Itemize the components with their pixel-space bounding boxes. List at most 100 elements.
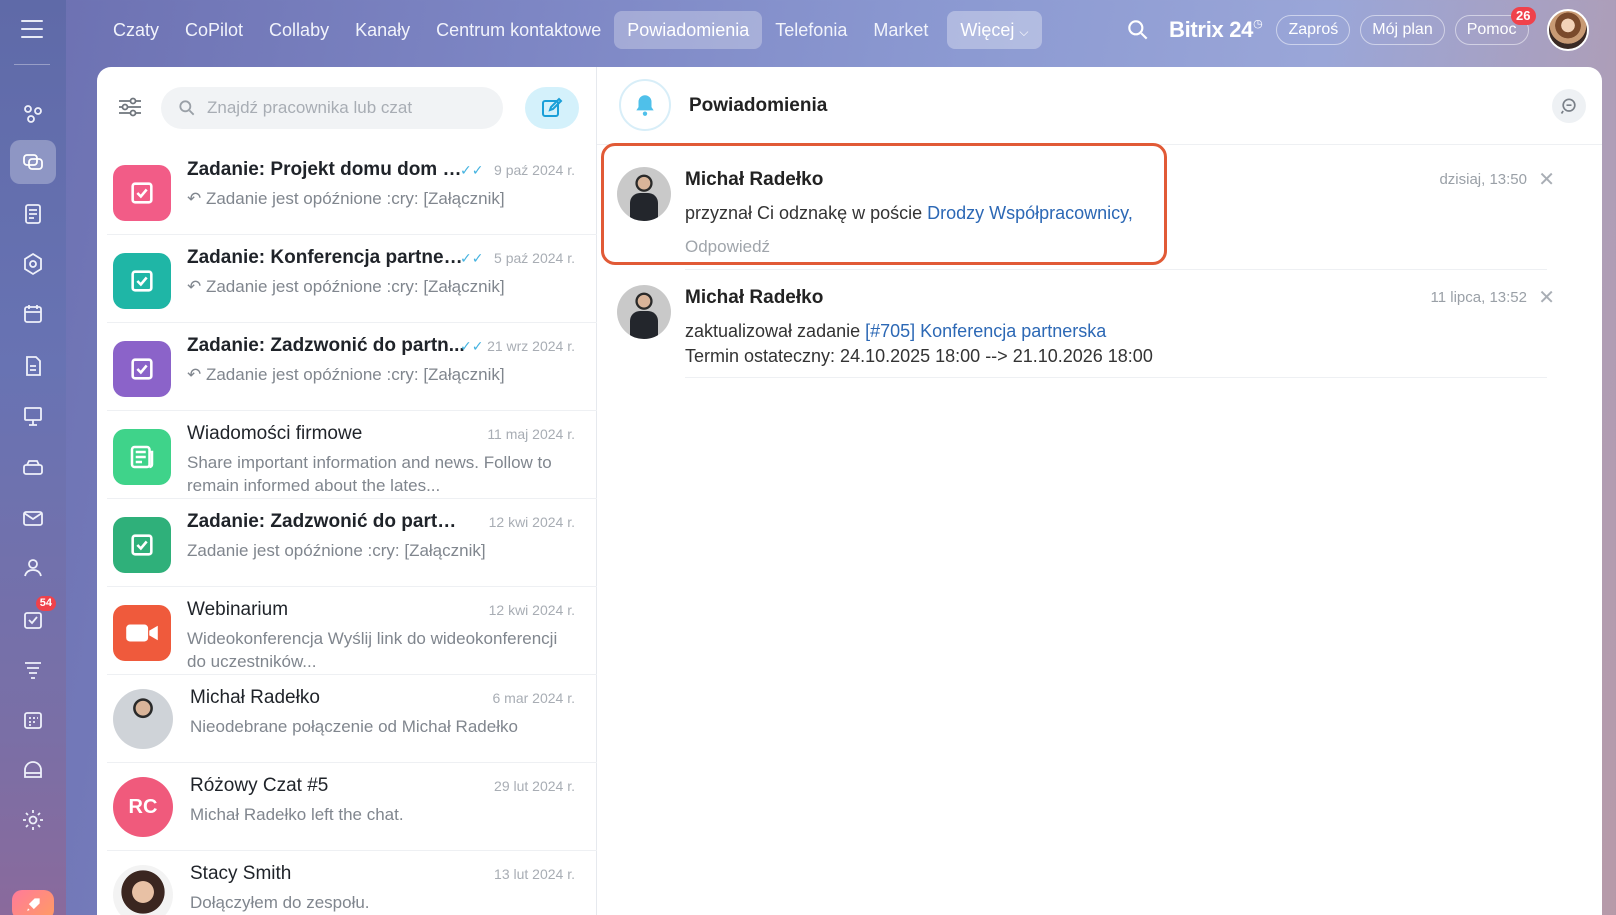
tab-telefonia[interactable]: Telefonia bbox=[762, 11, 860, 49]
reply-link[interactable]: Odpowiedź bbox=[685, 237, 770, 257]
feed-icon bbox=[24, 105, 42, 123]
task-link[interactable]: [#705] Konferencja partnerska bbox=[865, 321, 1106, 341]
rail-item-boards[interactable] bbox=[10, 394, 56, 438]
tab-czaty[interactable]: Czaty bbox=[100, 11, 172, 49]
rail-item-drive[interactable] bbox=[10, 446, 56, 490]
post-link[interactable]: Drodzy Współpracownicy, bbox=[927, 203, 1133, 223]
notification-author: Michał Radełko bbox=[685, 287, 824, 308]
avatar-initials: RC bbox=[113, 777, 173, 837]
menu-icon[interactable] bbox=[21, 20, 43, 38]
tab-kanaly[interactable]: Kanały bbox=[342, 11, 423, 49]
rail-item-docs[interactable] bbox=[10, 192, 56, 236]
search-history-button[interactable] bbox=[1552, 89, 1586, 123]
avatar bbox=[113, 865, 173, 915]
chat-preview: ↶ Zadanie jest opóźnione :cry: [Załączni… bbox=[187, 365, 505, 384]
tasks-icon bbox=[24, 612, 42, 629]
notification-text-body: zaktualizował zadanie bbox=[685, 321, 866, 341]
top-right-bar: Bitrix 24◷ Zaproś Mój plan Pomoc 26 bbox=[1125, 7, 1589, 51]
rocket-button[interactable] bbox=[12, 890, 54, 915]
chat-title: Stacy Smith bbox=[190, 863, 292, 884]
top-navigation: Czaty CoPilot Collaby Kanały Centrum kon… bbox=[100, 10, 1042, 50]
rail-item-files[interactable] bbox=[10, 344, 56, 388]
tab-market[interactable]: Market bbox=[860, 11, 941, 49]
search-box[interactable] bbox=[161, 87, 503, 129]
rail-item-store[interactable] bbox=[10, 748, 56, 792]
search-icon[interactable] bbox=[1125, 17, 1151, 43]
chevron-down-icon: ⌵ bbox=[1019, 25, 1029, 39]
chat-icon bbox=[23, 154, 43, 170]
chat-date: 9 paź 2024 r. bbox=[494, 162, 575, 178]
notifications-panel: Powiadomienia Michał Radełko dzisiaj, 13… bbox=[597, 67, 1602, 915]
close-icon[interactable]: ✕ bbox=[1538, 285, 1555, 310]
chat-preview: Zadanie jest opóźnione :cry: [Załącznik] bbox=[187, 541, 486, 560]
chat-title: Wiadomości firmowe bbox=[187, 423, 363, 444]
compose-icon bbox=[542, 97, 563, 117]
file-icon bbox=[26, 356, 41, 376]
rail-divider bbox=[14, 64, 50, 65]
calendar-icon bbox=[24, 305, 42, 323]
search-icon bbox=[179, 100, 195, 116]
people-icon bbox=[24, 559, 42, 577]
filter-icon[interactable] bbox=[117, 95, 143, 119]
rail-item-crm[interactable] bbox=[10, 648, 56, 692]
chat-item[interactable]: RC Różowy Czat #5 29 lut 2024 r. Michał … bbox=[107, 763, 597, 851]
my-plan-button[interactable]: Mój plan bbox=[1360, 15, 1445, 45]
task-icon bbox=[113, 253, 171, 309]
close-icon[interactable]: ✕ bbox=[1538, 167, 1555, 192]
notification-author: Michał Radełko bbox=[685, 169, 824, 190]
messenger-panel: Zadanie: Projekt domu dom p... ✓✓ 9 paź … bbox=[97, 67, 1602, 915]
user-avatar[interactable] bbox=[1546, 9, 1589, 51]
drive-icon bbox=[23, 460, 43, 475]
rail-item-chats[interactable] bbox=[10, 140, 56, 184]
chat-date: 21 wrz 2024 r. bbox=[487, 338, 575, 354]
bell-icon bbox=[619, 79, 671, 131]
chat-item[interactable]: Stacy Smith 13 lut 2024 r. Dołączyłem do… bbox=[107, 851, 597, 915]
notification-item[interactable]: Michał Radełko dzisiaj, 13:50 ✕ przyznał… bbox=[613, 145, 1563, 265]
notification-time: 11 lipca, 13:52 bbox=[1430, 289, 1527, 306]
rail-item-schedule[interactable] bbox=[10, 698, 56, 742]
avatar bbox=[617, 285, 671, 339]
chat-item[interactable]: Zadanie: Projekt domu dom p... ✓✓ 9 paź … bbox=[107, 147, 597, 235]
compose-button[interactable] bbox=[525, 87, 579, 129]
tab-copilot[interactable]: CoPilot bbox=[172, 11, 256, 49]
chat-list-panel: Zadanie: Projekt domu dom p... ✓✓ 9 paź … bbox=[97, 67, 597, 915]
chat-title: Zadanie: Zadzwonić do partn... bbox=[187, 335, 465, 356]
tasks-badge: 54 bbox=[35, 596, 56, 611]
chat-item[interactable]: Zadanie: Zadzwonić do partn... ✓✓ 21 wrz… bbox=[107, 323, 597, 411]
help-button[interactable]: Pomoc 26 bbox=[1454, 7, 1536, 45]
chat-item[interactable]: Wiadomości firmowe 11 maj 2024 r. Share … bbox=[107, 411, 597, 499]
chat-title: Webinarium bbox=[187, 599, 289, 620]
rail-item-calendar[interactable] bbox=[10, 292, 56, 336]
brand-logo[interactable]: Bitrix 24◷ bbox=[1169, 17, 1263, 43]
tab-collaby[interactable]: Collaby bbox=[256, 11, 342, 49]
rail-item-mail[interactable] bbox=[10, 496, 56, 540]
rail-item-contacts[interactable] bbox=[10, 546, 56, 590]
document-icon bbox=[25, 204, 41, 224]
deadline-change: Termin ostateczny: 24.10.2025 18:00 --> … bbox=[685, 346, 1153, 366]
chat-item[interactable]: Webinarium 12 kwi 2024 r. Wideokonferenc… bbox=[107, 587, 597, 675]
search-input[interactable] bbox=[207, 98, 487, 118]
tab-centrum-kontaktowe[interactable]: Centrum kontaktowe bbox=[423, 11, 614, 49]
rail-item-tasks[interactable]: 54 bbox=[10, 596, 56, 642]
chat-item[interactable]: Zadanie: Konferencja partners... ✓✓ 5 pa… bbox=[107, 235, 597, 323]
chat-date: 13 lut 2024 r. bbox=[494, 866, 575, 882]
help-label: Pomoc bbox=[1466, 21, 1517, 38]
chat-list: Zadanie: Projekt domu dom p... ✓✓ 9 paź … bbox=[97, 147, 597, 915]
chat-item[interactable]: Zadanie: Zadzwonić do partner... 12 kwi … bbox=[107, 499, 597, 587]
chat-item[interactable]: Michał Radełko 6 mar 2024 r. Nieodebrane… bbox=[107, 675, 597, 763]
more-menu-button[interactable]: Więcej ⌵ bbox=[947, 11, 1042, 49]
more-label: Więcej bbox=[960, 20, 1015, 40]
invite-button[interactable]: Zaproś bbox=[1276, 15, 1351, 45]
chat-preview: Michał Radełko left the chat. bbox=[190, 805, 404, 824]
notifications-header: Powiadomienia bbox=[597, 67, 1602, 145]
notification-item[interactable]: Michał Radełko 11 lipca, 13:52 ✕ zaktual… bbox=[613, 263, 1563, 383]
chat-preview: ↶ Zadanie jest opóźnione :cry: [Załączni… bbox=[187, 277, 505, 296]
rail-item-feed[interactable] bbox=[10, 92, 56, 136]
video-camera-icon bbox=[113, 605, 171, 661]
chat-date: 12 kwi 2024 r. bbox=[488, 514, 575, 530]
avatar bbox=[113, 689, 173, 749]
rail-item-settings[interactable] bbox=[10, 798, 56, 842]
read-checkmarks-icon: ✓✓ bbox=[460, 338, 484, 354]
tab-powiadomienia[interactable]: Powiadomienia bbox=[614, 11, 763, 49]
rail-item-groups[interactable] bbox=[10, 242, 56, 286]
